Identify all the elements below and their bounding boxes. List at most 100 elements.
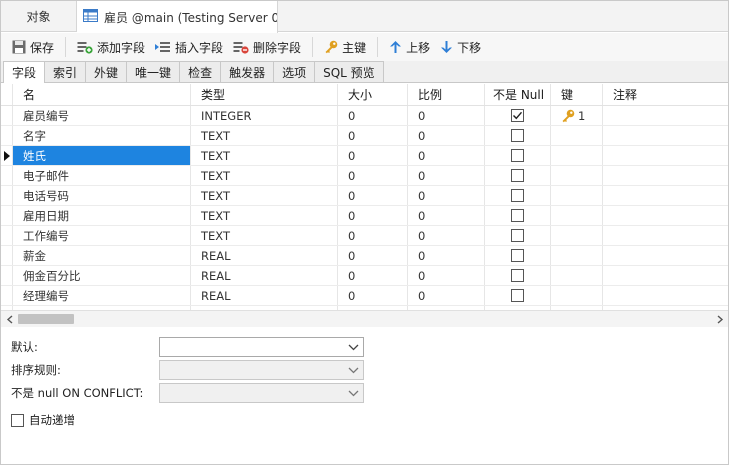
column-header-scale[interactable]: 比例 <box>408 84 485 105</box>
comment-cell[interactable] <box>603 146 728 165</box>
key-cell[interactable] <box>551 146 603 165</box>
horizontal-scrollbar[interactable] <box>1 310 728 327</box>
save-button[interactable]: 保存 <box>7 35 59 59</box>
comment-cell[interactable] <box>603 226 728 245</box>
column-header-not-null[interactable]: 不是 Null <box>485 84 551 105</box>
key-cell[interactable] <box>551 126 603 145</box>
table-row[interactable]: 雇用日期 TEXT 0 0 <box>1 206 728 226</box>
field-name-cell[interactable]: 雇用日期 <box>13 206 191 225</box>
not-null-checkbox[interactable] <box>511 209 524 222</box>
key-cell[interactable] <box>551 246 603 265</box>
field-scale-cell[interactable]: 0 <box>408 266 485 285</box>
row-indicator[interactable] <box>1 226 13 245</box>
field-size-cell[interactable]: 0 <box>338 286 408 305</box>
field-scale-cell[interactable]: 0 <box>408 126 485 145</box>
field-type-cell[interactable]: REAL <box>191 286 338 305</box>
field-size-cell[interactable]: 0 <box>338 246 408 265</box>
not-null-cell[interactable] <box>485 106 551 125</box>
tab-unique-keys[interactable]: 唯一键 <box>126 61 181 82</box>
add-field-button[interactable]: 添加字段 <box>72 35 150 59</box>
tab-employee-table[interactable]: 雇员 @main (Testing Server 0... <box>77 1 278 33</box>
not-null-checkbox[interactable] <box>511 229 524 242</box>
field-type-cell[interactable]: TEXT <box>191 186 338 205</box>
key-cell[interactable] <box>551 206 603 225</box>
field-name-cell[interactable]: 电话号码 <box>13 186 191 205</box>
tab-checks[interactable]: 检查 <box>179 61 222 82</box>
column-header-comment[interactable]: 注释 <box>603 84 728 105</box>
move-down-button[interactable]: 下移 <box>435 35 486 59</box>
field-name-cell[interactable]: 电子邮件 <box>13 166 191 185</box>
table-row[interactable]: 电子邮件 TEXT 0 0 <box>1 166 728 186</box>
field-scale-cell[interactable]: 0 <box>408 166 485 185</box>
tab-indexes[interactable]: 索引 <box>44 61 87 82</box>
comment-cell[interactable] <box>603 266 728 285</box>
field-size-cell[interactable]: 0 <box>338 186 408 205</box>
tab-foreign-keys[interactable]: 外键 <box>85 61 128 82</box>
field-name-cell[interactable]: 经理编号 <box>13 286 191 305</box>
not-null-cell[interactable] <box>485 126 551 145</box>
default-select[interactable] <box>159 337 364 357</box>
table-row[interactable]: 工作编号 TEXT 0 0 <box>1 226 728 246</box>
tab-triggers[interactable]: 触发器 <box>220 61 275 82</box>
tab-sql-preview[interactable]: SQL 预览 <box>314 61 384 82</box>
collation-select[interactable] <box>159 360 364 380</box>
column-header-type[interactable]: 类型 <box>191 84 338 105</box>
not-null-cell[interactable] <box>485 226 551 245</box>
field-name-cell[interactable]: 薪金 <box>13 246 191 265</box>
scroll-left-button[interactable] <box>1 311 18 328</box>
comment-cell[interactable] <box>603 126 728 145</box>
field-type-cell[interactable]: TEXT <box>191 226 338 245</box>
field-name-cell[interactable]: 姓氏 <box>13 146 191 165</box>
column-header-name[interactable]: 名 <box>13 84 191 105</box>
table-row[interactable]: 薪金 REAL 0 0 <box>1 246 728 266</box>
not-null-cell[interactable] <box>485 166 551 185</box>
not-null-checkbox[interactable] <box>511 289 524 302</box>
not-null-checkbox[interactable] <box>511 189 524 202</box>
row-indicator[interactable] <box>1 246 13 265</box>
tab-options[interactable]: 选项 <box>273 61 316 82</box>
comment-cell[interactable] <box>603 166 728 185</box>
delete-field-button[interactable]: 删除字段 <box>228 35 306 59</box>
row-indicator[interactable] <box>1 186 13 205</box>
not-null-checkbox[interactable] <box>511 129 524 142</box>
key-cell[interactable] <box>551 266 603 285</box>
row-indicator[interactable] <box>1 166 13 185</box>
move-up-button[interactable]: 上移 <box>384 35 435 59</box>
field-scale-cell[interactable]: 0 <box>408 106 485 125</box>
scrollbar-thumb[interactable] <box>18 314 74 324</box>
key-cell[interactable] <box>551 186 603 205</box>
on-conflict-select[interactable] <box>159 383 364 403</box>
field-size-cell[interactable]: 0 <box>338 206 408 225</box>
field-type-cell[interactable]: TEXT <box>191 166 338 185</box>
table-row[interactable]: 雇员编号 INTEGER 0 0 1 <box>1 106 728 126</box>
field-type-cell[interactable]: INTEGER <box>191 106 338 125</box>
not-null-cell[interactable] <box>485 246 551 265</box>
not-null-cell[interactable] <box>485 146 551 165</box>
comment-cell[interactable] <box>603 286 728 305</box>
not-null-checkbox[interactable] <box>511 269 524 282</box>
field-scale-cell[interactable]: 0 <box>408 186 485 205</box>
field-size-cell[interactable]: 0 <box>338 226 408 245</box>
not-null-checkbox[interactable] <box>511 109 524 122</box>
not-null-cell[interactable] <box>485 186 551 205</box>
field-size-cell[interactable]: 0 <box>338 106 408 125</box>
row-indicator[interactable] <box>1 126 13 145</box>
field-name-cell[interactable]: 名字 <box>13 126 191 145</box>
key-cell[interactable] <box>551 166 603 185</box>
table-row[interactable]: 电话号码 TEXT 0 0 <box>1 186 728 206</box>
key-cell[interactable] <box>551 286 603 305</box>
key-cell[interactable] <box>551 226 603 245</box>
comment-cell[interactable] <box>603 206 728 225</box>
row-indicator[interactable] <box>1 206 13 225</box>
tab-objects[interactable]: 对象 <box>1 1 77 32</box>
not-null-checkbox[interactable] <box>511 169 524 182</box>
row-indicator[interactable] <box>1 146 13 165</box>
field-type-cell[interactable]: REAL <box>191 246 338 265</box>
table-row[interactable]: 名字 TEXT 0 0 <box>1 126 728 146</box>
not-null-checkbox[interactable] <box>511 249 524 262</box>
not-null-cell[interactable] <box>485 206 551 225</box>
primary-key-button[interactable]: 主键 <box>319 35 371 59</box>
insert-field-button[interactable]: 插入字段 <box>150 35 228 59</box>
comment-cell[interactable] <box>603 186 728 205</box>
not-null-checkbox[interactable] <box>511 149 524 162</box>
